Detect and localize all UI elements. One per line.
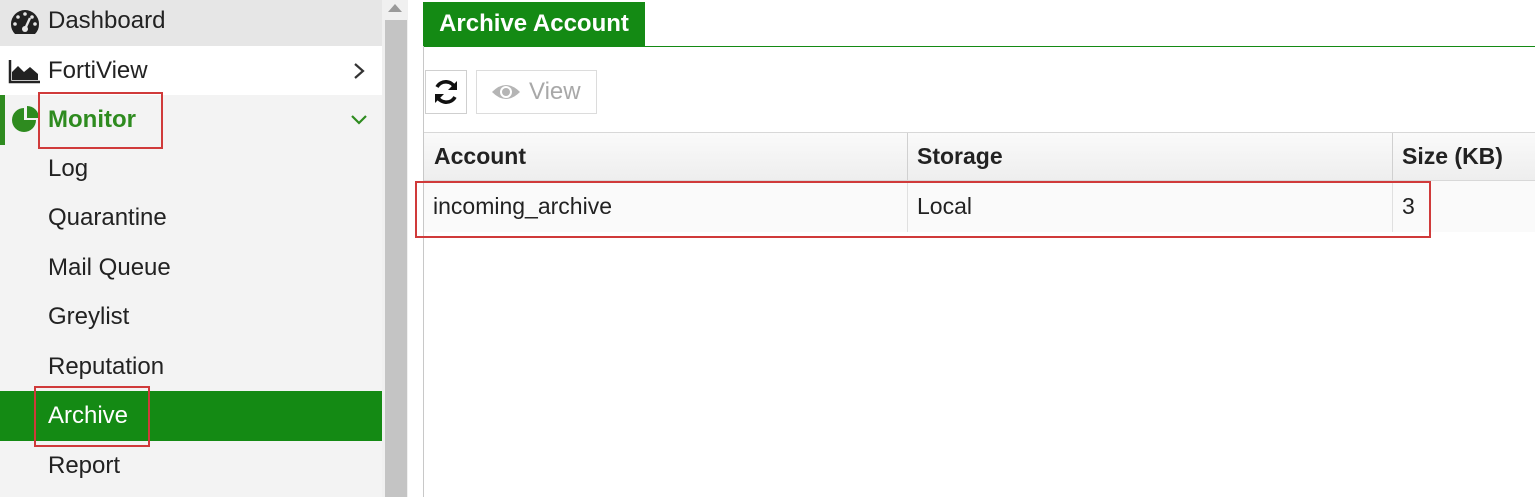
- refresh-icon: [432, 78, 460, 106]
- sidebar-item-reputation[interactable]: Reputation: [0, 342, 382, 392]
- sidebar-item-label: Reputation: [48, 353, 165, 380]
- sidebar-item-label: Report: [48, 452, 121, 479]
- dashboard-icon: [8, 7, 42, 35]
- sidebar-item-fortiview[interactable]: FortiView: [0, 46, 382, 96]
- refresh-button[interactable]: [425, 70, 467, 114]
- sidebar-item-archive[interactable]: Archive: [0, 391, 382, 441]
- scroll-up-arrow-icon[interactable]: [388, 4, 402, 12]
- chevron-right-icon: [350, 62, 368, 80]
- column-header-account[interactable]: Account: [424, 133, 907, 180]
- cell-storage: Local: [907, 181, 1392, 232]
- view-button[interactable]: View: [476, 70, 597, 114]
- sidebar-item-label: Dashboard: [48, 7, 166, 34]
- chevron-down-icon: [350, 111, 368, 129]
- tab-archive-account[interactable]: Archive Account: [423, 2, 645, 46]
- column-header-size[interactable]: Size (KB): [1392, 133, 1535, 180]
- content-border: [423, 46, 424, 497]
- table-row[interactable]: incoming_archive Local 3: [424, 181, 1535, 232]
- column-header-label: Account: [434, 143, 526, 169]
- sidebar-item-label: Monitor: [48, 106, 136, 133]
- cell-text: incoming_archive: [433, 193, 612, 219]
- active-section-accent: [0, 95, 5, 145]
- sidebar-item-label: Archive: [48, 402, 129, 429]
- sidebar-item-report[interactable]: Report: [0, 441, 382, 491]
- eye-icon: [491, 82, 521, 102]
- sidebar-item-dashboard[interactable]: Dashboard: [0, 0, 382, 46]
- sidebar-item-greylist[interactable]: Greylist: [0, 292, 382, 342]
- sidebar-item-label: Mail Queue: [48, 254, 171, 281]
- sidebar-item-monitor[interactable]: Monitor: [0, 95, 382, 145]
- view-button-label: View: [529, 78, 581, 105]
- sidebar: Dashboard FortiView Monitor Log Quaranti…: [0, 0, 382, 497]
- table-header: Account Storage Size (KB): [424, 132, 1535, 181]
- column-header-label: Storage: [917, 143, 1003, 169]
- sidebar-item-label: Log: [48, 155, 89, 182]
- sidebar-item-label: Greylist: [48, 303, 130, 330]
- sidebar-item-mail-queue[interactable]: Mail Queue: [0, 243, 382, 293]
- cell-text: Local: [917, 193, 972, 219]
- tab-underline: [423, 46, 1535, 47]
- cell-account: incoming_archive: [424, 181, 907, 232]
- cell-size: 3: [1392, 181, 1535, 232]
- fortiview-chart-icon: [8, 57, 42, 85]
- sidebar-item-label: FortiView: [48, 57, 148, 84]
- sidebar-item-log[interactable]: Log: [0, 144, 382, 194]
- sidebar-item-label: Quarantine: [48, 204, 167, 231]
- column-header-storage[interactable]: Storage: [907, 133, 1392, 180]
- sidebar-item-quarantine[interactable]: Quarantine: [0, 193, 382, 243]
- column-header-label: Size (KB): [1402, 143, 1503, 169]
- pie-chart-icon: [8, 106, 42, 134]
- scrollbar-thumb[interactable]: [385, 20, 407, 497]
- cell-text: 3: [1402, 193, 1415, 219]
